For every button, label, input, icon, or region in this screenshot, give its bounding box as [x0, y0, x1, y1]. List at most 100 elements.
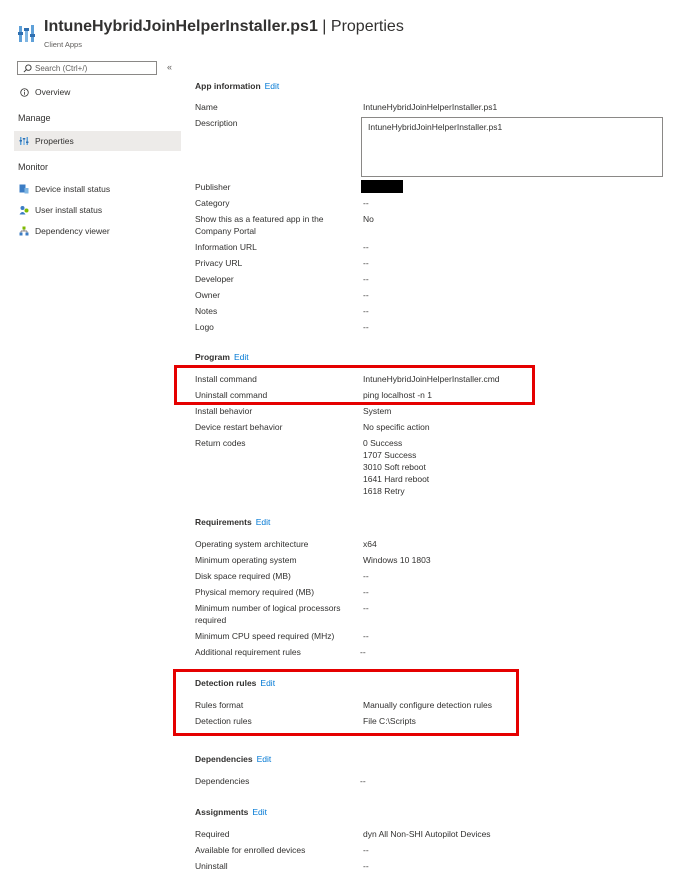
program-heading: Program Edit	[195, 352, 249, 362]
sidebar-item-label: User install status	[35, 205, 103, 215]
field-label: Name	[195, 102, 218, 112]
field-label: Information URL	[195, 242, 257, 252]
field-value: File C:\Scripts	[363, 716, 416, 726]
redacted-publisher	[361, 180, 403, 193]
field-value: --	[363, 306, 369, 316]
field-label: Minimum CPU speed required (MHz)	[195, 631, 335, 641]
detection-rules-heading: Detection rules Edit	[195, 678, 275, 688]
info-icon	[19, 87, 29, 97]
app-name: IntuneHybridJoinHelperInstaller.ps1	[44, 18, 318, 35]
sidebar-item-overview[interactable]: Overview	[14, 82, 181, 102]
field-value: IntuneHybridJoinHelperInstaller.ps1	[363, 102, 498, 112]
section-title: Requirements	[195, 517, 252, 527]
page-title: IntuneHybridJoinHelperInstaller.ps1 | Pr…	[44, 18, 404, 36]
sidebar-item-device-install-status[interactable]: Device install status	[14, 179, 181, 199]
return-code: 3010 Soft reboot	[363, 462, 426, 472]
collapse-sidebar-button[interactable]: «	[167, 62, 172, 72]
page-name: Properties	[330, 18, 404, 35]
field-label: Uninstall command	[195, 390, 268, 400]
return-code: 1641 Hard reboot	[363, 474, 430, 484]
sidebar-item-label: Overview	[35, 87, 71, 97]
section-title: App information	[195, 81, 261, 91]
field-value: ping localhost -n 1	[363, 390, 432, 400]
return-code: 0 Success	[363, 438, 403, 448]
sidebar-item-label: Dependency viewer	[35, 226, 110, 236]
field-value: --	[363, 242, 369, 252]
field-label: Dependencies	[195, 776, 250, 786]
field-value: --	[363, 845, 369, 855]
device-icon	[19, 184, 29, 194]
field-label: Publisher	[195, 182, 231, 192]
requirements-edit-link[interactable]: Edit	[256, 517, 271, 527]
search-placeholder: Search (Ctrl+/)	[35, 63, 88, 73]
section-title: Dependencies	[195, 754, 253, 764]
field-value: --	[363, 290, 369, 300]
page-subtitle: Client Apps	[44, 40, 82, 49]
field-label: Required	[195, 829, 230, 839]
return-code: 1707 Success	[363, 450, 417, 460]
section-title: Assignments	[195, 807, 249, 817]
section-title: Detection rules	[195, 678, 257, 688]
description-text: IntuneHybridJoinHelperInstaller.ps1	[368, 122, 503, 132]
field-value: --	[363, 587, 369, 597]
field-label: Developer	[195, 274, 234, 284]
search-input[interactable]: Search (Ctrl+/)	[17, 61, 157, 75]
field-label: Owner	[195, 290, 221, 300]
field-label: Privacy URL	[195, 258, 243, 268]
search-icon	[22, 63, 32, 73]
field-label: Uninstall	[195, 861, 228, 871]
dependencies-edit-link[interactable]: Edit	[257, 754, 272, 764]
field-label: Return codes	[195, 438, 246, 448]
field-label: Logo	[195, 322, 214, 332]
field-label: Operating system architecture	[195, 539, 309, 549]
field-value: x64	[363, 539, 377, 549]
field-label: Physical memory required (MB)	[195, 587, 315, 597]
field-label: Device restart behavior	[195, 422, 283, 432]
field-value: --	[363, 274, 369, 284]
field-label: Additional requirement rules	[195, 647, 301, 657]
field-value: --	[360, 776, 366, 786]
sidebar-item-label: Properties	[35, 136, 74, 146]
user-icon	[19, 205, 29, 215]
sidebar-item-properties[interactable]: Properties	[14, 131, 181, 151]
field-value: --	[363, 603, 369, 613]
sidebar-item-dependency-viewer[interactable]: Dependency viewer	[14, 221, 181, 241]
assignments-heading: Assignments Edit	[195, 807, 267, 817]
field-label: Show this as a featured app in the Compa…	[195, 214, 324, 236]
field-value: IntuneHybridJoinHelperInstaller.cmd	[363, 374, 500, 384]
field-label: Install behavior	[195, 406, 253, 416]
properties-icon	[19, 136, 29, 146]
field-label: Minimum number of logical processors req…	[195, 603, 341, 625]
field-value: System	[363, 406, 392, 416]
field-value: --	[363, 571, 369, 581]
app-information-heading: App information Edit	[195, 81, 279, 91]
section-title: Program	[195, 352, 230, 362]
field-label: Category	[195, 198, 230, 208]
field-value: Windows 10 1803	[363, 555, 431, 565]
field-label: Available for enrolled devices	[195, 845, 306, 855]
return-code: 1618 Retry	[363, 486, 405, 496]
manage-section-title: Manage	[18, 113, 51, 123]
sidebar-item-label: Device install status	[35, 184, 111, 194]
field-label: Detection rules	[195, 716, 252, 726]
sidebar-item-user-install-status[interactable]: User install status	[14, 200, 181, 220]
field-value: --	[363, 198, 369, 208]
title-separator: |	[322, 18, 327, 35]
description-box: IntuneHybridJoinHelperInstaller.ps1	[361, 117, 663, 177]
field-label: Notes	[195, 306, 218, 316]
assignments-edit-link[interactable]: Edit	[252, 807, 267, 817]
field-value: --	[360, 647, 366, 657]
dependency-icon	[19, 226, 29, 236]
field-label: Disk space required (MB)	[195, 571, 291, 581]
field-value: --	[363, 631, 369, 641]
field-label: Description	[195, 118, 238, 128]
detection-rules-edit-link[interactable]: Edit	[260, 678, 275, 688]
program-edit-link[interactable]: Edit	[234, 352, 249, 362]
field-label: Rules format	[195, 700, 244, 710]
app-information-edit-link[interactable]: Edit	[265, 81, 280, 91]
field-label: Minimum operating system	[195, 555, 297, 565]
dependencies-heading: Dependencies Edit	[195, 754, 271, 764]
field-value: No specific action	[363, 422, 430, 432]
field-label: Install command	[195, 374, 257, 384]
field-value: Manually configure detection rules	[363, 700, 492, 710]
